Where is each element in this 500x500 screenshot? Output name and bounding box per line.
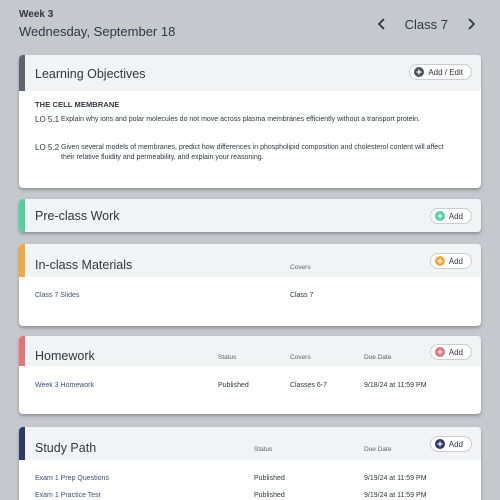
week-label: Week 3	[19, 9, 54, 20]
card-accent	[19, 336, 25, 366]
inclass-materials-card: In-class Materials Covers Add Class 7 Sl…	[19, 244, 481, 326]
page-header: Week 3 Wednesday, September 18 Class 7	[0, 0, 500, 50]
card-accent	[19, 427, 25, 460]
column-header-due-date: Due Date	[364, 354, 392, 361]
card-accent	[19, 55, 25, 91]
objective-text: Explain why ions and polar molecules do …	[61, 116, 420, 123]
objective-number: LO 5.2	[35, 143, 60, 152]
plus-circle-icon	[434, 439, 445, 449]
homework-due-date: 9/18/24 at 11:59 PM	[364, 382, 427, 389]
card-title: Homework	[35, 349, 95, 363]
homework-status: Published	[218, 382, 249, 389]
button-label: Add	[448, 347, 463, 357]
study-path-status: Published	[254, 492, 285, 499]
objective-number: LO 5.1	[35, 115, 60, 124]
button-label: Add	[448, 256, 463, 266]
study-path-due-date: 9/19/24 at 11:59 PM	[364, 475, 427, 482]
plus-circle-icon	[434, 211, 445, 221]
add-preclass-button[interactable]: Add	[429, 208, 472, 224]
next-class-button[interactable]	[464, 15, 478, 33]
column-header-covers: Covers	[290, 264, 311, 271]
plus-circle-icon	[434, 256, 445, 266]
homework-card: Homework Status Covers Due Date Add Week…	[19, 336, 481, 414]
learning-objectives-card: Learning Objectives Add / Edit THE CELL …	[19, 55, 481, 188]
column-header-due-date: Due Date	[364, 446, 392, 453]
previous-class-button[interactable]	[375, 15, 389, 33]
page-date-title: Wednesday, September 18	[19, 24, 176, 39]
objective-item: LO 5.2 Given several models of membranes…	[35, 143, 455, 162]
card-title: In-class Materials	[35, 258, 133, 272]
preclass-work-card: Pre-class Work Add	[19, 199, 481, 232]
material-covers: Class 7	[290, 292, 314, 299]
material-link[interactable]: Class 7 Slides	[35, 292, 79, 299]
plus-circle-icon	[414, 67, 425, 77]
objective-text: Given several models of membranes, predi…	[61, 144, 444, 161]
chevron-right-icon	[467, 18, 475, 30]
button-label: Add	[448, 211, 463, 221]
add-inclass-button[interactable]: Add	[429, 253, 472, 269]
column-header-status: Status	[218, 354, 237, 361]
study-path-card: Study Path Status Due Date Add Exam 1 Pr…	[19, 427, 481, 500]
card-title: Study Path	[35, 441, 97, 455]
card-accent	[19, 199, 25, 232]
add-study-path-button[interactable]: Add	[429, 436, 472, 452]
study-path-status: Published	[254, 475, 285, 482]
button-label: Add	[448, 439, 463, 449]
homework-covers: Classes 6-7	[290, 382, 327, 389]
homework-link[interactable]: Week 3 Homework	[35, 382, 94, 389]
add-edit-objectives-button[interactable]: Add / Edit	[409, 64, 472, 80]
column-header-covers: Covers	[290, 354, 311, 361]
study-path-due-date: 9/19/24 at 11:59 PM	[364, 492, 427, 499]
column-header-status: Status	[254, 446, 273, 453]
objective-item: LO 5.1 Explain why ions and polar molecu…	[35, 115, 455, 125]
card-accent	[19, 244, 25, 277]
card-title: Learning Objectives	[35, 67, 146, 81]
chevron-left-icon	[377, 18, 385, 30]
add-homework-button[interactable]: Add	[429, 344, 472, 360]
card-title: Pre-class Work	[35, 209, 120, 223]
button-label: Add / Edit	[428, 67, 463, 77]
plus-circle-icon	[434, 347, 445, 357]
study-path-link[interactable]: Exam 1 Prep Questions	[35, 475, 109, 482]
objectives-heading: THE CELL MEMBRANE	[35, 100, 120, 109]
study-path-link[interactable]: Exam 1 Practice Test	[35, 492, 101, 499]
class-navigator: Class 7	[375, 15, 478, 33]
class-label: Class 7	[404, 16, 448, 32]
